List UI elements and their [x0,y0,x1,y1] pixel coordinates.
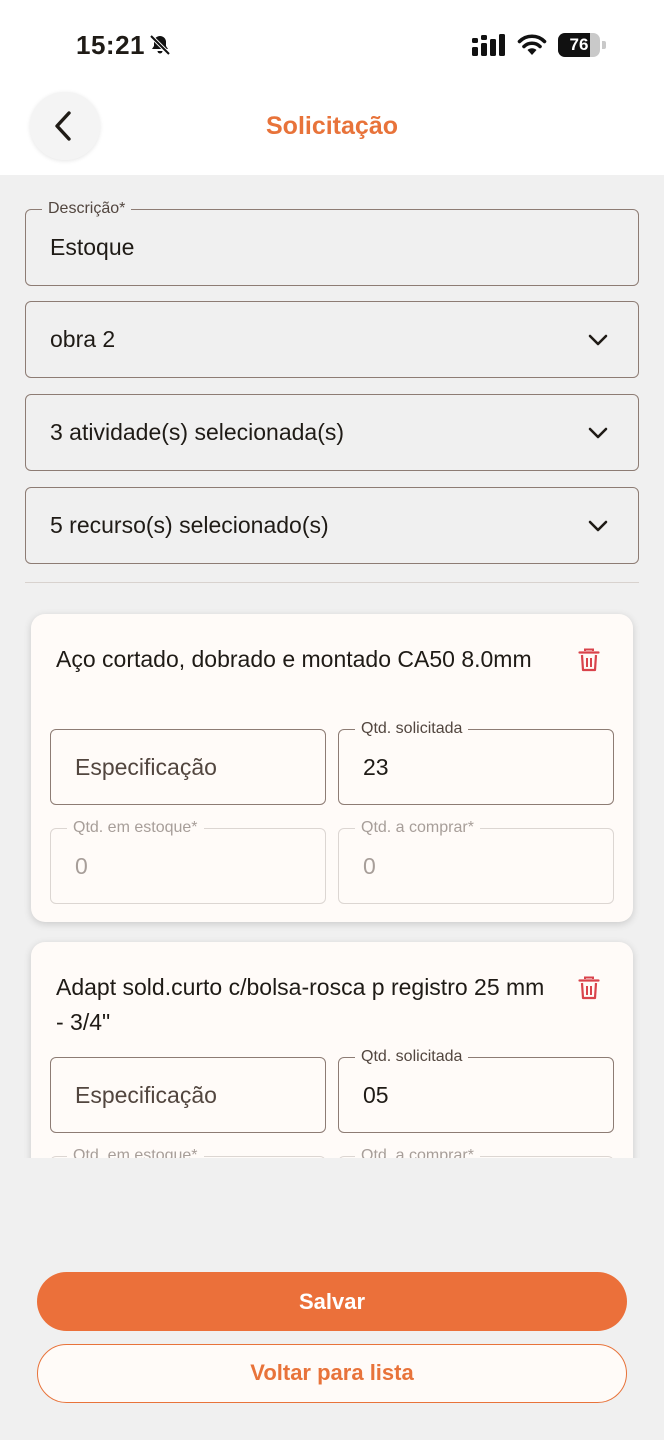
qtd-estoque-input: Qtd. em estoque* 0 [50,819,326,904]
atividades-value: 3 atividade(s) selecionada(s) [50,419,345,445]
app-header: Solicitação [0,92,664,175]
qtd-comprar-input: Qtd. a comprar* 0 [338,819,614,904]
item-card: Adapt sold.curto c/bolsa-rosca p registr… [31,942,633,1158]
recursos-value: 5 recurso(s) selecionado(s) [50,512,329,538]
item-title: Aço cortado, dobrado e montado CA50 8.0m… [56,646,532,672]
qtd-solicitada-value: 23 [363,753,389,780]
status-bar: 15:21 76 [0,0,664,92]
back-to-list-button[interactable]: Voltar para lista [37,1344,627,1403]
trash-icon[interactable] [578,976,600,1000]
status-time: 15:21 [76,30,145,60]
qtd-comprar-value: 0 [363,852,376,879]
atividades-select[interactable]: 3 atividade(s) selecionada(s) [25,394,639,471]
qtd-solicitada-value: 05 [363,1081,389,1108]
especificacao-placeholder: Especificação [75,1081,217,1108]
recursos-select[interactable]: 5 recurso(s) selecionado(s) [25,487,639,564]
chevron-down-icon [588,520,608,531]
qtd-estoque-label: Qtd. em estoque* [67,1147,204,1158]
qtd-estoque-value: 0 [75,852,88,879]
qtd-estoque-input: Qtd. em estoque* [50,1147,326,1158]
wifi-icon [517,34,547,55]
especificacao-placeholder: Especificação [75,753,217,780]
especificacao-input[interactable]: Especificação [50,729,326,805]
items-list[interactable]: Aço cortado, dobrado e montado CA50 8.0m… [0,590,664,1158]
cellular-signal-icon [472,34,505,56]
obra-value: obra 2 [50,326,116,352]
item-title: Adapt sold.curto c/bolsa-rosca p registr… [56,974,545,1035]
qtd-solicitada-input[interactable]: Qtd. solicitada 05 [338,1048,614,1133]
qtd-solicitada-input[interactable]: Qtd. solicitada 23 [338,720,614,805]
save-button[interactable]: Salvar [37,1272,627,1331]
bell-slash-icon [149,34,171,56]
trash-icon[interactable] [578,648,600,672]
item-card: Aço cortado, dobrado e montado CA50 8.0m… [31,614,633,922]
chevron-down-icon [588,427,608,438]
page-title: Solicitação [266,112,398,140]
qtd-comprar-input: Qtd. a comprar* [338,1147,614,1158]
section-divider [25,582,639,583]
chevron-down-icon [588,334,608,345]
especificacao-input[interactable]: Especificação [50,1057,326,1133]
descricao-value: Estoque [50,234,135,260]
battery-icon: 76 [558,33,606,57]
battery-percentage: 76 [569,35,589,54]
obra-select[interactable]: obra 2 [25,301,639,378]
qtd-comprar-label: Qtd. a comprar* [355,1147,480,1158]
descricao-field[interactable]: Descrição* Estoque [25,200,639,286]
